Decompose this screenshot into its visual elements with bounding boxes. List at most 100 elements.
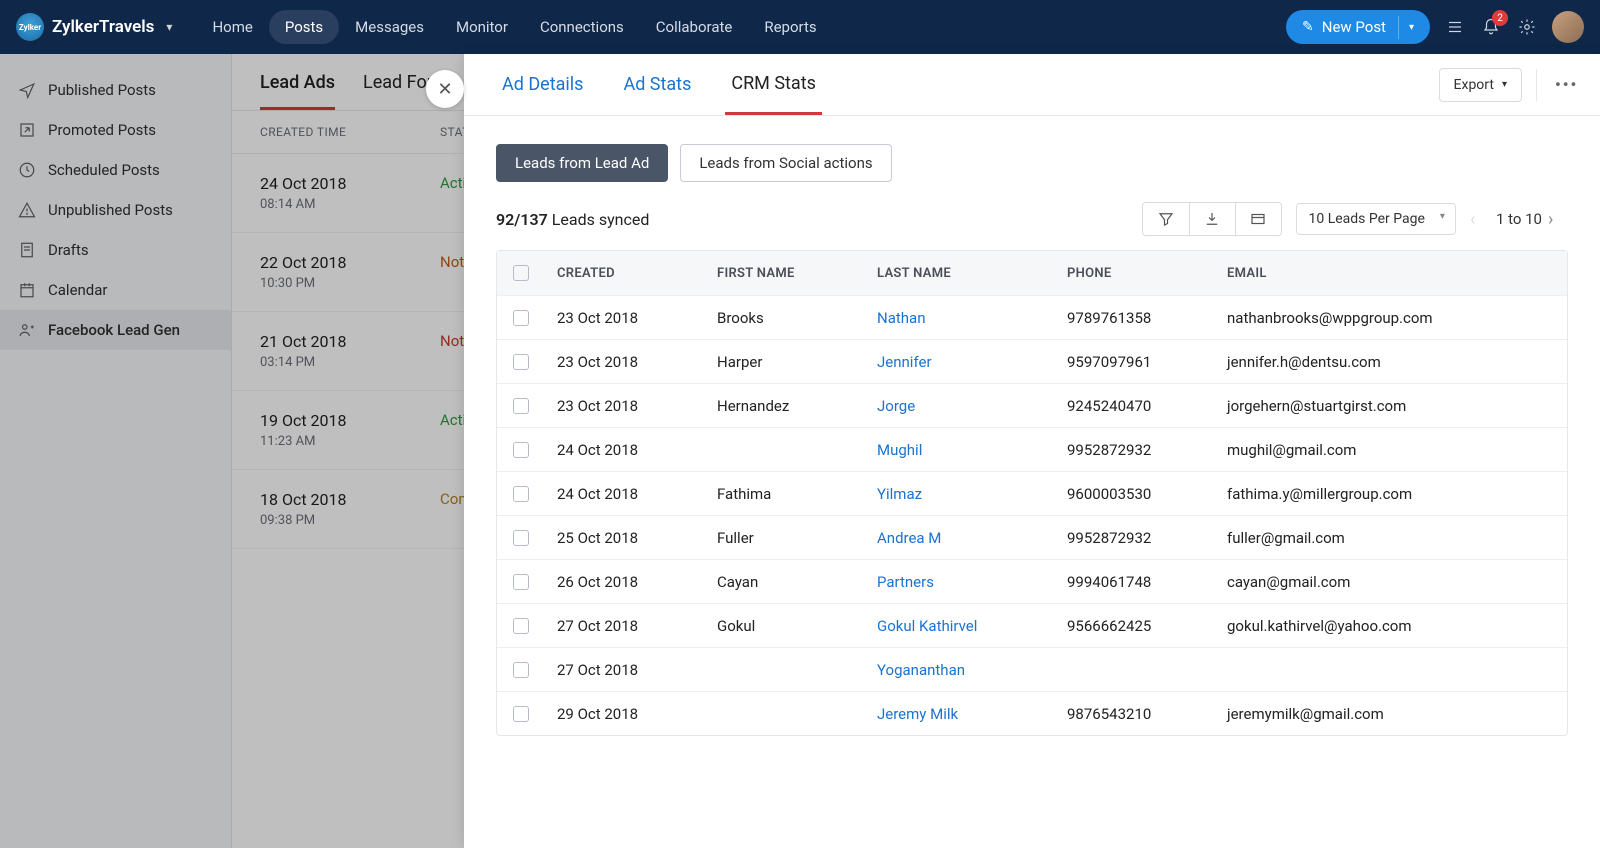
cell-phone: 9600003530 <box>1055 485 1215 503</box>
nav-link-monitor[interactable]: Monitor <box>440 10 524 44</box>
close-icon: ✕ <box>437 79 452 100</box>
pencil-icon: ✎ <box>1302 19 1314 35</box>
cell-last-name-link[interactable]: Jennifer <box>865 353 1055 371</box>
chevron-down-icon: ▾ <box>1502 79 1507 90</box>
col-last-name: LAST NAME <box>865 266 1055 281</box>
nav-link-messages[interactable]: Messages <box>339 10 440 44</box>
gear-icon[interactable] <box>1516 16 1538 38</box>
brand-name: ZylkerTravels <box>52 17 154 37</box>
cell-email: jeremymilk@gmail.com <box>1215 705 1567 723</box>
per-page-select[interactable]: 10 Leads Per Page <box>1296 203 1456 235</box>
nav-link-home[interactable]: Home <box>196 10 268 44</box>
lead-row: 25 Oct 2018FullerAndrea M9952872932fulle… <box>497 515 1567 559</box>
feed-icon[interactable] <box>1444 16 1466 38</box>
cell-created: 26 Oct 2018 <box>545 573 705 591</box>
chevron-down-icon: ▾ <box>166 20 172 34</box>
download-button[interactable] <box>1189 203 1235 235</box>
notification-badge: 2 <box>1492 10 1508 26</box>
panel-tab-crm-stats[interactable]: CRM Stats <box>725 54 822 115</box>
more-actions-button[interactable]: ••• <box>1536 69 1568 101</box>
col-email: EMAIL <box>1215 266 1567 281</box>
filter-button[interactable] <box>1143 203 1189 235</box>
cell-first-name: Cayan <box>705 573 865 591</box>
row-checkbox[interactable] <box>513 530 529 546</box>
select-all-checkbox[interactable] <box>513 265 529 281</box>
cell-created: 24 Oct 2018 <box>545 485 705 503</box>
row-checkbox[interactable] <box>513 618 529 634</box>
cell-last-name-link[interactable]: Yilmaz <box>865 485 1055 503</box>
row-checkbox[interactable] <box>513 662 529 678</box>
lead-row: 23 Oct 2018HernandezJorge9245240470jorge… <box>497 383 1567 427</box>
cell-first-name: Brooks <box>705 309 865 327</box>
top-nav: Zylker ZylkerTravels ▾ HomePostsMessages… <box>0 0 1600 54</box>
pager-next-button[interactable]: › <box>1548 209 1568 230</box>
leads-from-lead-ad-button[interactable]: Leads from Lead Ad <box>496 144 668 182</box>
cell-first-name: Gokul <box>705 617 865 635</box>
cell-email: fuller@gmail.com <box>1215 529 1567 547</box>
close-panel-button[interactable]: ✕ <box>426 70 464 108</box>
cell-created: 25 Oct 2018 <box>545 529 705 547</box>
cell-last-name-link[interactable]: Gokul Kathirvel <box>865 617 1055 635</box>
cell-email: jennifer.h@dentsu.com <box>1215 353 1567 371</box>
leads-from-social-actions-button[interactable]: Leads from Social actions <box>680 144 891 182</box>
cell-last-name-link[interactable]: Jeremy Milk <box>865 705 1055 723</box>
panel-tab-ad-stats[interactable]: Ad Stats <box>617 54 697 115</box>
col-first-name: FIRST NAME <box>705 266 865 281</box>
cell-last-name-link[interactable]: Mughil <box>865 441 1055 459</box>
synced-count: 92/137 Leads synced <box>496 210 649 229</box>
cell-phone: 9876543210 <box>1055 705 1215 723</box>
pager-range: 1 to 10 <box>1496 210 1542 228</box>
cell-created: 27 Oct 2018 <box>545 661 705 679</box>
export-button[interactable]: Export ▾ <box>1439 68 1522 102</box>
chevron-down-icon[interactable]: ▾ <box>1398 16 1424 39</box>
cell-phone: 9245240470 <box>1055 397 1215 415</box>
cell-created: 23 Oct 2018 <box>545 397 705 415</box>
panel-tabs: Ad Details Ad Stats CRM Stats Export ▾ ••• <box>464 54 1600 116</box>
new-post-label: New Post <box>1322 18 1386 36</box>
table-tools <box>1142 202 1282 236</box>
row-checkbox[interactable] <box>513 310 529 326</box>
row-checkbox[interactable] <box>513 706 529 722</box>
pager-prev-button[interactable]: ‹ <box>1470 209 1490 230</box>
nav-link-reports[interactable]: Reports <box>748 10 832 44</box>
cell-last-name-link[interactable]: Yogananthan <box>865 661 1055 679</box>
user-avatar[interactable] <box>1552 11 1584 43</box>
row-checkbox[interactable] <box>513 398 529 414</box>
row-checkbox[interactable] <box>513 442 529 458</box>
nav-link-posts[interactable]: Posts <box>269 10 339 44</box>
crm-stats-panel: ✕ Ad DetailsAd StatsCRM Stats Export ▾ •… <box>464 54 1600 848</box>
row-checkbox[interactable] <box>513 486 529 502</box>
row-checkbox[interactable] <box>513 354 529 370</box>
cell-created: 29 Oct 2018 <box>545 705 705 723</box>
cell-phone: 9789761358 <box>1055 309 1215 327</box>
cell-last-name-link[interactable]: Andrea M <box>865 529 1055 547</box>
nav-link-connections[interactable]: Connections <box>524 10 640 44</box>
cell-phone: 9952872932 <box>1055 441 1215 459</box>
cell-last-name-link[interactable]: Jorge <box>865 397 1055 415</box>
leads-table: CREATED FIRST NAME LAST NAME PHONE EMAIL… <box>496 250 1568 736</box>
leads-table-header: CREATED FIRST NAME LAST NAME PHONE EMAIL <box>497 251 1567 295</box>
cell-phone: 9597097961 <box>1055 353 1215 371</box>
cell-email: nathanbrooks@wppgroup.com <box>1215 309 1567 327</box>
lead-row: 23 Oct 2018BrooksNathan9789761358nathanb… <box>497 295 1567 339</box>
cell-created: 23 Oct 2018 <box>545 309 705 327</box>
brand-switcher[interactable]: Zylker ZylkerTravels ▾ <box>16 13 172 41</box>
cell-last-name-link[interactable]: Nathan <box>865 309 1055 327</box>
columns-button[interactable] <box>1235 203 1281 235</box>
row-checkbox[interactable] <box>513 574 529 590</box>
modal-overlay <box>0 54 464 848</box>
col-created: CREATED <box>545 266 705 281</box>
cell-last-name-link[interactable]: Partners <box>865 573 1055 591</box>
panel-tab-ad-details[interactable]: Ad Details <box>496 54 589 115</box>
nav-link-collaborate[interactable]: Collaborate <box>640 10 749 44</box>
new-post-button[interactable]: ✎ New Post ▾ <box>1286 10 1430 44</box>
cell-email: jorgehern@stuartgirst.com <box>1215 397 1567 415</box>
col-phone: PHONE <box>1055 266 1215 281</box>
export-label: Export <box>1454 77 1494 93</box>
cell-created: 27 Oct 2018 <box>545 617 705 635</box>
lead-source-toggle: Leads from Lead Ad Leads from Social act… <box>464 116 1600 202</box>
lead-row: 23 Oct 2018HarperJennifer9597097961jenni… <box>497 339 1567 383</box>
bell-icon[interactable]: 2 <box>1480 16 1502 38</box>
brand-logo-icon: Zylker <box>16 13 44 41</box>
cell-email: cayan@gmail.com <box>1215 573 1567 591</box>
